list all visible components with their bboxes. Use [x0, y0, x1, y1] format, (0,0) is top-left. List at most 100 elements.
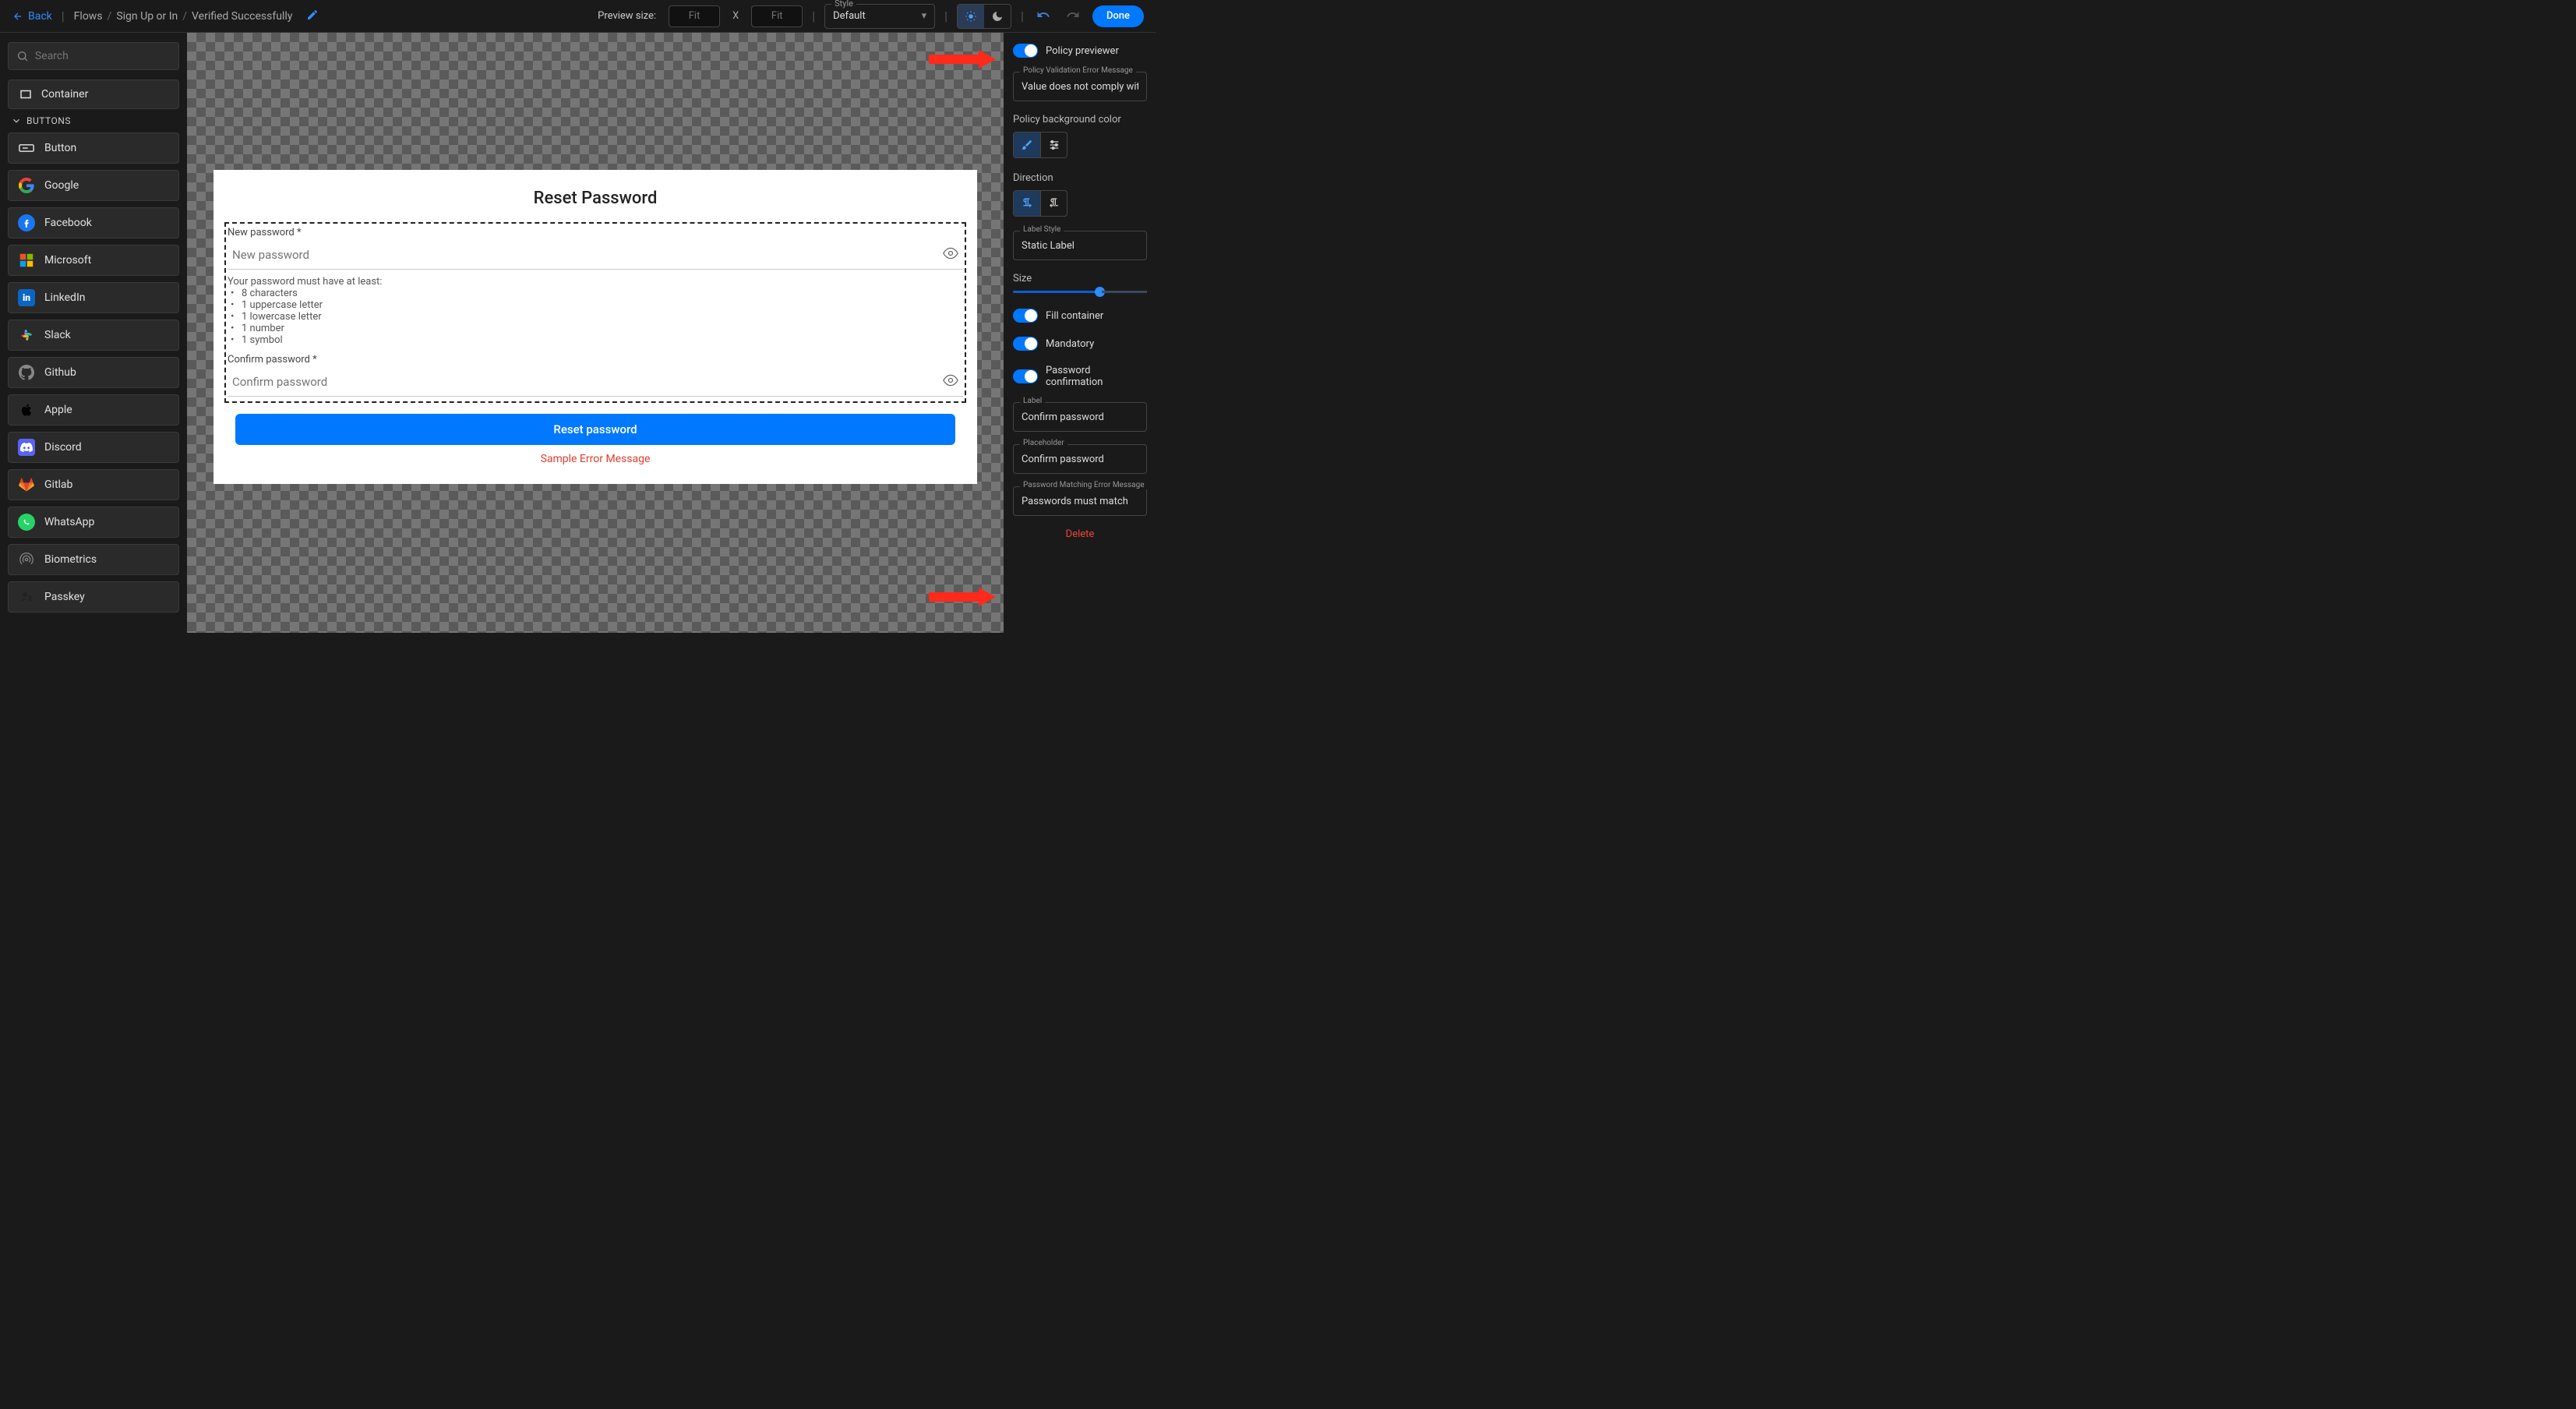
policy-list: 8 characters 1 uppercase letter 1 lowerc… [228, 288, 963, 346]
rtl-button[interactable] [1040, 191, 1067, 216]
buttons-section-header[interactable]: BUTTONS [11, 115, 179, 126]
label-style-input[interactable] [1022, 240, 1138, 252]
container-label: Container [41, 88, 88, 101]
policy-previewer-label: Policy previewer [1046, 45, 1119, 57]
top-bar: Back | Flows/Sign Up or In/Verified Succ… [0, 0, 1156, 33]
label-style-field[interactable]: Label Style [1013, 231, 1147, 260]
component-passkey[interactable]: Passkey [8, 581, 179, 613]
redo-button[interactable] [1063, 5, 1083, 28]
policy-item: 1 symbol [231, 334, 963, 346]
component-label: Gitlab [44, 478, 72, 491]
policy-error-field[interactable]: Policy Validation Error Message [1013, 72, 1147, 101]
ltr-button[interactable] [1014, 191, 1040, 216]
preview-size-label: Preview size: [598, 10, 656, 22]
component-gitlab[interactable]: Gitlab [8, 469, 179, 500]
placeholder-field-input[interactable] [1022, 454, 1138, 465]
confirm-password-input[interactable] [232, 375, 943, 389]
component-label: Apple [44, 404, 72, 416]
arrow-left-icon [12, 11, 23, 22]
divider: | [944, 9, 947, 23]
back-link[interactable]: Back [12, 10, 52, 23]
label-field-label: Label [1020, 397, 1045, 405]
placeholder-field[interactable]: Placeholder [1013, 444, 1147, 474]
pw-confirmation-label: Password confirmation [1046, 365, 1147, 388]
properties-panel: Policy previewer Policy Validation Error… [1004, 33, 1156, 633]
policy-item: 1 uppercase letter [231, 299, 963, 311]
match-error-field[interactable]: Password Matching Error Message [1013, 486, 1147, 516]
eye-icon[interactable] [943, 373, 958, 391]
pw-confirmation-row: Password confirmation [1013, 365, 1147, 388]
delete-button[interactable]: Delete [1013, 528, 1147, 540]
match-error-label: Password Matching Error Message [1020, 481, 1148, 489]
discord-icon [18, 439, 35, 456]
new-password-input[interactable] [232, 248, 943, 262]
undo-icon [1036, 8, 1050, 22]
selected-element[interactable]: New password * Your password must have a… [224, 222, 966, 403]
label-field[interactable]: Label [1013, 402, 1147, 432]
policy-error-input[interactable] [1022, 81, 1138, 93]
direction-label: Direction [1013, 172, 1147, 184]
microsoft-icon [18, 252, 35, 269]
style-value: Default [833, 10, 866, 22]
breadcrumb-item[interactable]: Sign Up or In [116, 10, 178, 23]
component-discord[interactable]: Discord [8, 432, 179, 463]
edit-icon[interactable] [306, 9, 319, 24]
component-facebook[interactable]: Facebook [8, 207, 179, 238]
fingerprint-icon [18, 551, 35, 568]
component-linkedin[interactable]: inLinkedIn [8, 282, 179, 313]
chevron-down-icon [11, 115, 22, 126]
size-label: Size [1013, 273, 1147, 284]
component-github[interactable]: Github [8, 357, 179, 388]
canvas[interactable]: Reset Password New password * Your passw… [187, 33, 1004, 633]
container-item[interactable]: Container [8, 79, 179, 109]
preview-card: Reset Password New password * Your passw… [213, 170, 977, 484]
new-password-field[interactable] [228, 240, 963, 270]
component-apple[interactable]: Apple [8, 394, 179, 426]
mandatory-toggle[interactable] [1013, 337, 1038, 351]
label-field-input[interactable] [1022, 411, 1138, 423]
confirm-password-label: Confirm password * [228, 354, 963, 365]
light-mode-button[interactable] [958, 5, 984, 28]
breadcrumb-item[interactable]: Verified Successfully [192, 10, 292, 23]
fill-container-toggle[interactable] [1013, 309, 1038, 323]
component-label: Discord [44, 441, 82, 454]
done-button[interactable]: Done [1092, 5, 1144, 27]
component-label: Passkey [44, 591, 85, 603]
size-slider[interactable] [1013, 291, 1147, 293]
undo-button[interactable] [1033, 5, 1053, 28]
component-slack[interactable]: Slack [8, 320, 179, 351]
preview-width-input[interactable] [669, 5, 720, 27]
style-select[interactable]: Style Default ▾ [824, 4, 935, 29]
search-input[interactable] [35, 50, 171, 62]
search-box[interactable] [8, 42, 179, 70]
mandatory-label: Mandatory [1046, 338, 1094, 350]
back-label: Back [28, 10, 52, 23]
pw-confirmation-toggle[interactable] [1013, 369, 1038, 383]
component-label: Biometrics [44, 553, 97, 566]
component-microsoft[interactable]: Microsoft [8, 245, 179, 276]
preview-height-input[interactable] [751, 5, 803, 27]
component-google[interactable]: Google [8, 170, 179, 201]
container-icon [18, 87, 34, 102]
eye-icon[interactable] [943, 245, 958, 264]
policy-previewer-toggle[interactable] [1013, 44, 1038, 58]
mandatory-row: Mandatory [1013, 337, 1147, 351]
color-settings-button[interactable] [1040, 132, 1067, 157]
component-button[interactable]: Button [8, 132, 179, 164]
divider: | [812, 9, 815, 23]
reset-password-button[interactable]: Reset password [235, 414, 955, 445]
color-pick-button[interactable] [1014, 132, 1040, 157]
chevron-down-icon: ▾ [922, 10, 927, 22]
confirm-password-field[interactable] [228, 367, 963, 397]
slider-thumb[interactable] [1095, 287, 1105, 297]
new-password-label: New password * [228, 227, 963, 238]
component-biometrics[interactable]: Biometrics [8, 544, 179, 575]
apple-icon [18, 401, 35, 418]
breadcrumb-item[interactable]: Flows [74, 10, 103, 23]
match-error-input[interactable] [1022, 496, 1138, 507]
google-icon [18, 177, 35, 194]
component-whatsapp[interactable]: WhatsApp [8, 507, 179, 538]
breadcrumb: Flows/Sign Up or In/Verified Successfull… [74, 10, 293, 23]
dark-mode-button[interactable] [984, 5, 1011, 28]
left-panel: Container BUTTONS Button Google Facebook… [0, 33, 187, 633]
